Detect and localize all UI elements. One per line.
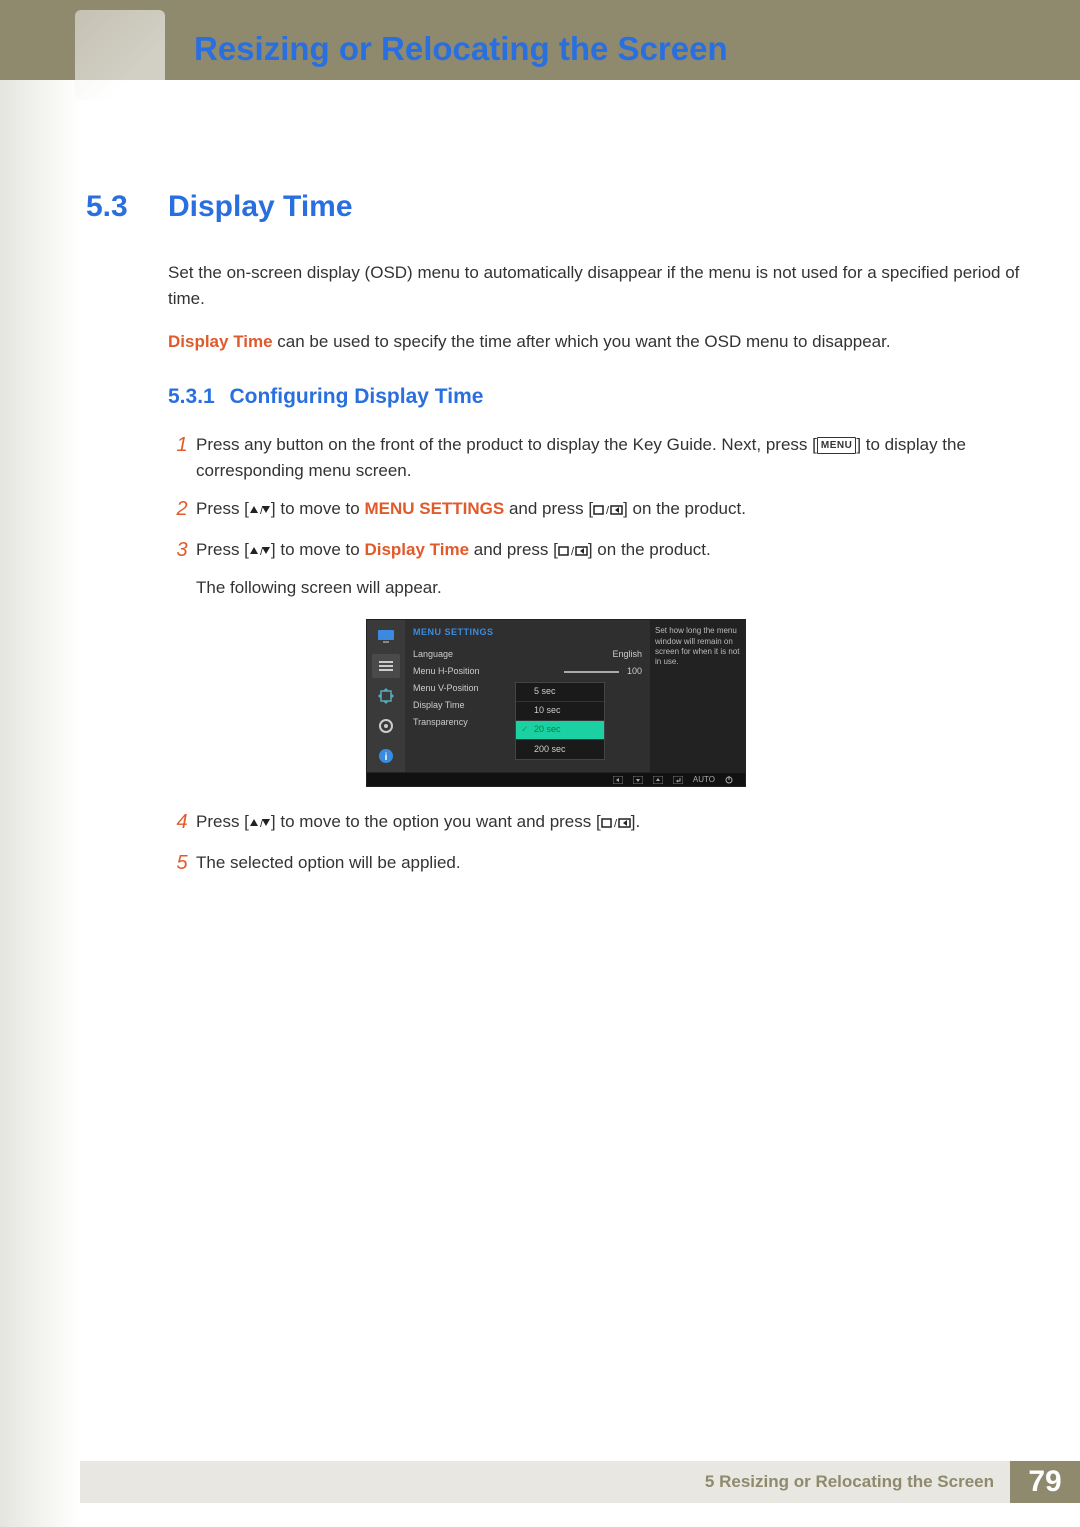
step-number: 4 [168, 809, 196, 835]
svg-text:/: / [614, 818, 618, 829]
subsection-header: 5.3.1 Configuring Display Time [168, 381, 1020, 414]
header-chapter-number-bg [75, 10, 165, 100]
nav-enter-icon [673, 776, 683, 784]
footer-chapter-title: Resizing or Relocating the Screen [719, 1472, 994, 1492]
osd-label: Transparency [413, 716, 468, 730]
up-down-arrow-icon: / [249, 540, 271, 559]
menu-icon: MENU [817, 437, 856, 455]
left-gradient-strip [0, 0, 80, 1527]
step-3: 3 Press [/] to move to Display Time and … [168, 537, 1020, 798]
osd-tab-settings-icon [372, 714, 400, 738]
footer-bar: 5 Resizing or Relocating the Screen [80, 1461, 1010, 1503]
up-down-arrow-icon: / [249, 812, 271, 831]
step-text: Press [/] to move to MENU SETTINGS and p… [196, 496, 1020, 524]
step-4-text-b: ] to move to the option you want and pre… [271, 812, 601, 831]
step-4-text-c: ]. [631, 812, 640, 831]
step-3-text-c: and press [ [469, 540, 558, 559]
step-2-text-a: Press [ [196, 499, 249, 518]
section-number: 5.3 [86, 190, 128, 224]
osd-title: MENU SETTINGS [413, 626, 642, 640]
step-number: 2 [168, 496, 196, 522]
step-2-text-b: ] to move to [271, 499, 365, 518]
step-2: 2 Press [/] to move to MENU SETTINGS and… [168, 496, 1020, 524]
osd-option: 200 sec [516, 740, 604, 759]
osd-option-selected: 20 sec [516, 721, 604, 740]
osd-dropdown: 5 sec 10 sec 20 sec 200 sec [515, 682, 605, 760]
step-text: The selected option will be applied. [196, 850, 1020, 876]
footer-chapter-number: 5 [705, 1472, 714, 1492]
intro-paragraph-2b: can be used to specify the time after wh… [273, 332, 891, 351]
step-3-highlight: Display Time [364, 540, 469, 559]
osd-panel: i MENU SETTINGS Language English Menu H-… [366, 619, 746, 773]
up-down-arrow-icon: / [249, 499, 271, 518]
footer: 5 Resizing or Relocating the Screen 79 [80, 1461, 1080, 1503]
steps-list: 1 Press any button on the front of the p… [168, 432, 1020, 876]
step-3-text-a: Press [ [196, 540, 249, 559]
osd-left-tabs: i [367, 620, 405, 772]
svg-text:/: / [571, 546, 575, 557]
osd-tab-picture-icon [372, 624, 400, 648]
osd-label: Menu V-Position [413, 682, 479, 696]
osd-tab-size-icon [372, 684, 400, 708]
step-2-text-d: ] on the product. [623, 499, 746, 518]
osd-option: 10 sec [516, 702, 604, 721]
header-title: Resizing or Relocating the Screen [194, 30, 728, 68]
subsection-title: Configuring Display Time [229, 385, 483, 408]
step-5: 5 The selected option will be applied. [168, 850, 1020, 876]
osd-help-text: Set how long the menu window will remain… [650, 620, 745, 772]
step-3-text-d: ] on the product. [588, 540, 711, 559]
enter-source-icon: / [558, 539, 588, 565]
svg-text:/: / [606, 505, 610, 516]
step-text: Press [/] to move to the option you want… [196, 809, 1020, 837]
step-text: Press [/] to move to Display Time and pr… [196, 537, 1020, 798]
step-1-text-a: Press any button on the front of the pro… [196, 435, 817, 454]
nav-auto-label: AUTO [693, 774, 715, 786]
osd-label: Menu H-Position [413, 665, 480, 679]
enter-source-icon: / [593, 498, 623, 524]
step-2-text-c: and press [ [504, 499, 593, 518]
body-text: Set the on-screen display (OSD) menu to … [168, 260, 1020, 888]
section-title: Display Time [168, 190, 353, 224]
step-3-text-e: The following screen will appear. [196, 575, 1020, 601]
osd-label: Display Time [413, 699, 465, 713]
nav-power-icon [725, 776, 733, 784]
nav-up-icon [653, 776, 663, 784]
osd-row-hposition: Menu H-Position 100 [413, 663, 642, 680]
osd-screenshot: i MENU SETTINGS Language English Menu H-… [366, 619, 746, 787]
intro-highlight: Display Time [168, 332, 273, 351]
step-number: 3 [168, 537, 196, 563]
step-text: Press any button on the front of the pro… [196, 432, 1020, 485]
nav-down-icon [633, 776, 643, 784]
osd-tab-info-icon: i [372, 744, 400, 768]
subsection-number: 5.3.1 [168, 381, 215, 414]
step-1: 1 Press any button on the front of the p… [168, 432, 1020, 485]
step-3-text-b: ] to move to [271, 540, 365, 559]
step-4-text-a: Press [ [196, 812, 249, 831]
step-2-highlight: MENU SETTINGS [364, 499, 504, 518]
step-4: 4 Press [/] to move to the option you wa… [168, 809, 1020, 837]
osd-row-language: Language English [413, 646, 642, 663]
osd-value: 100 [627, 665, 642, 679]
osd-slider-bar [564, 671, 619, 673]
intro-paragraph-2: Display Time can be used to specify the … [168, 329, 1020, 355]
svg-text:i: i [385, 752, 388, 763]
osd-tab-menu-icon [372, 654, 400, 678]
enter-source-icon: / [601, 811, 631, 837]
intro-paragraph-1: Set the on-screen display (OSD) menu to … [168, 260, 1020, 313]
osd-value: English [612, 648, 642, 662]
step-number: 5 [168, 850, 196, 876]
footer-page-number: 79 [1010, 1461, 1080, 1503]
osd-label: Language [413, 648, 453, 662]
page-body: 5.3 Display Time Set the on-screen displ… [80, 80, 1080, 1477]
step-number: 1 [168, 432, 196, 458]
osd-option: 5 sec [516, 683, 604, 702]
nav-left-icon [613, 776, 623, 784]
osd-bottom-bar: AUTO [366, 773, 746, 787]
